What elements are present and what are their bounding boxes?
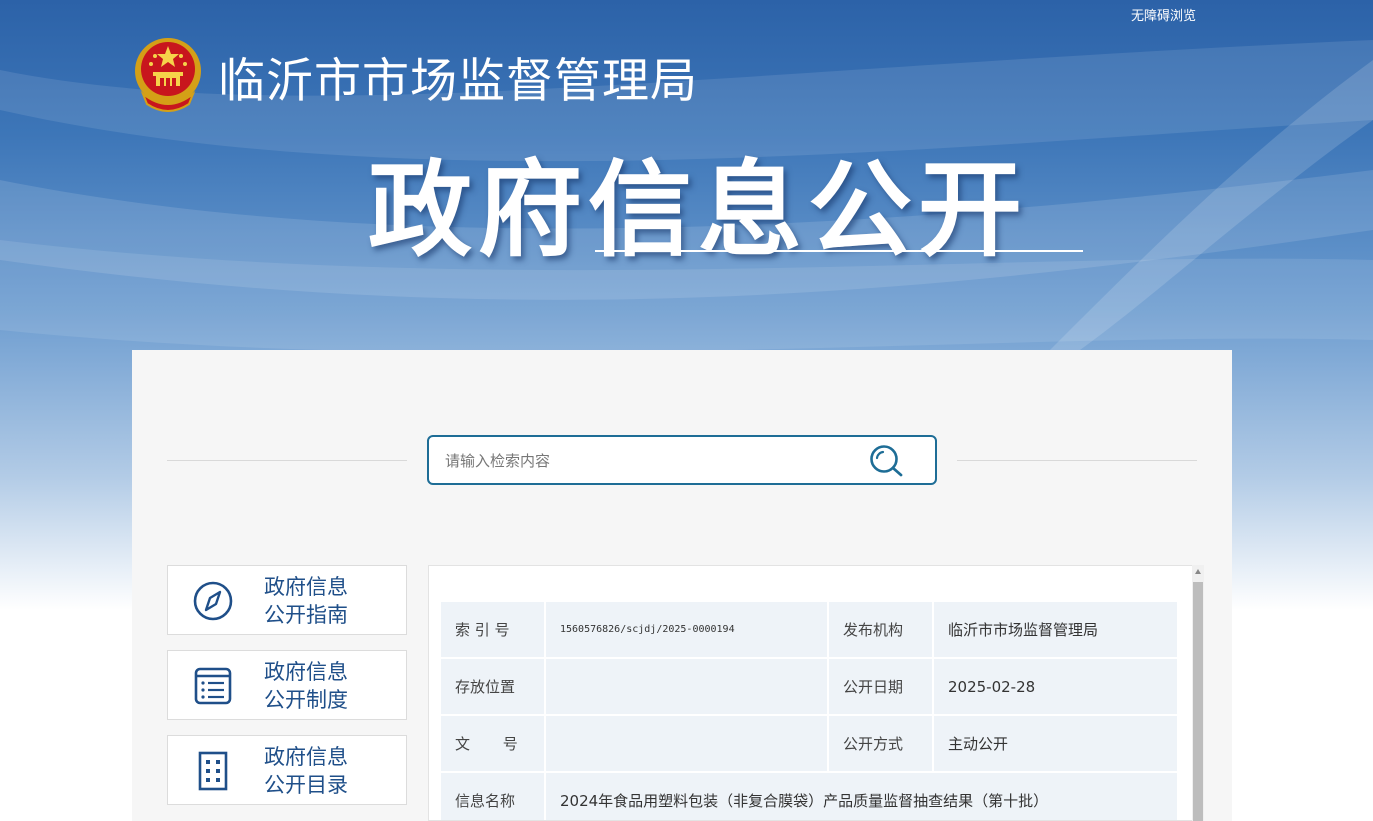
title-underline [595,250,1083,252]
search-box [427,435,937,485]
content-frame: 索 引 号 1560576826/scjdj/2025-0000194 发布机构… [428,565,1204,821]
index-label: 索 引 号 [439,600,546,659]
sidebar-item-label: 政府信息 公开目录 [264,745,348,797]
national-emblem-icon [135,38,201,112]
method-value: 主动公开 [932,714,1179,773]
sidebar-item-system[interactable]: 政府信息 公开制度 [167,650,407,720]
table-row: 存放位置 公开日期 2025-02-28 [439,657,1179,716]
date-value: 2025-02-28 [932,657,1179,716]
date-label: 公开日期 [827,657,934,716]
search-input[interactable] [445,448,845,474]
scrollbar-thumb[interactable] [1193,582,1203,821]
sidebar-item-guide[interactable]: 政府信息 公开指南 [167,565,407,635]
doc-no-value [544,714,829,773]
scroll-up-arrow-icon[interactable] [1194,568,1202,576]
accessibility-link[interactable]: 无障碍浏览 [1131,5,1196,24]
table-row: 索 引 号 1560576826/scjdj/2025-0000194 发布机构… [439,600,1179,659]
doc-no-label: 文 号 [439,714,546,773]
sidebar-item-catalog[interactable]: 政府信息 公开目录 [167,735,407,805]
document-list-icon [194,667,232,705]
name-value: 2024年食品用塑料包装（非复合膜袋）产品质量监督抽查结果（第十批） [544,771,1179,820]
main-panel: 政府信息 公开指南 政府信息 公开制度 [132,350,1232,821]
publisher-label: 发布机构 [827,600,934,659]
divider-left [167,460,407,461]
method-label: 公开方式 [827,714,934,773]
site-title: 临沂市市场监督管理局 [218,54,698,109]
info-table: 索 引 号 1560576826/scjdj/2025-0000194 发布机构… [439,600,1179,820]
table-row: 文 号 公开方式 主动公开 [439,714,1179,773]
location-value [544,657,829,716]
building-icon [198,751,228,791]
publisher-value: 临沂市市场监督管理局 [932,600,1179,659]
location-label: 存放位置 [439,657,546,716]
sidebar-item-label: 政府信息 公开制度 [264,660,348,712]
search-icon[interactable] [869,444,905,478]
divider-right [957,460,1197,461]
page-title: 政府信息公开 [368,149,1029,271]
sidebar-item-label: 政府信息 公开指南 [264,575,348,627]
compass-icon [193,581,233,621]
index-value: 1560576826/scjdj/2025-0000194 [544,600,829,659]
name-label: 信息名称 [439,771,546,820]
table-row: 信息名称 2024年食品用塑料包装（非复合膜袋）产品质量监督抽查结果（第十批） [439,771,1179,820]
